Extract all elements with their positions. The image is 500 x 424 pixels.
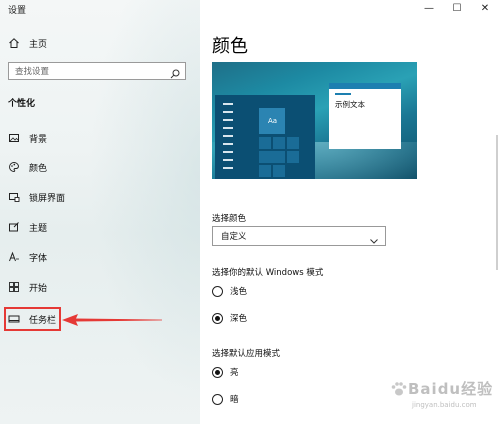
radio-circle	[212, 312, 223, 324]
watermark-url: jingyan.baidu.com	[412, 401, 477, 409]
lock-screen-icon	[8, 191, 20, 203]
close-button[interactable]: ✕	[478, 2, 492, 14]
maximize-button[interactable]: ☐	[450, 2, 464, 14]
font-icon	[8, 251, 20, 263]
nav-home[interactable]: 主页	[0, 31, 200, 55]
radio-dot	[215, 315, 220, 321]
nav-home-label: 主页	[29, 39, 48, 50]
sidebar-item-label: 开始	[29, 283, 48, 294]
radio-circle	[212, 366, 223, 378]
theme-icon	[8, 221, 20, 233]
preview-tile-aa: Aa	[259, 108, 285, 134]
color-preview: Aa 示例文本	[212, 62, 417, 179]
sidebar-item-label: 背景	[29, 134, 48, 145]
search-icon	[169, 65, 181, 79]
watermark: Baidu经验 jingyan.baidu.com	[390, 378, 493, 409]
choose-color-label: 选择颜色	[212, 214, 247, 224]
home-icon	[8, 37, 20, 49]
section-personalization: 个性化	[8, 99, 36, 109]
sidebar-item-label: 主题	[29, 223, 48, 234]
sidebar-item-lock-screen[interactable]: 锁屏界面	[0, 185, 200, 209]
taskbar-highlight-box	[4, 307, 61, 331]
preview-sample-text: 示例文本	[335, 100, 365, 109]
scrollbar[interactable]	[496, 135, 498, 270]
search-input[interactable]: 查找设置	[8, 62, 186, 80]
app-mode-label: 选择默认应用模式	[212, 349, 281, 359]
start-icon	[8, 281, 20, 293]
preview-start-menu: Aa	[215, 95, 315, 179]
sidebar-item-label: 锁屏界面	[29, 193, 66, 204]
app-title: 设置	[8, 6, 27, 16]
sidebar-item-label: 字体	[29, 253, 48, 264]
radio-app-dark[interactable]: 暗	[212, 392, 239, 406]
chevron-down-icon	[369, 231, 379, 244]
sidebar-item-background[interactable]: 背景	[0, 126, 200, 150]
sidebar-item-start[interactable]: 开始	[0, 275, 200, 299]
radio-circle	[212, 285, 223, 297]
radio-dot	[215, 369, 220, 375]
watermark-text: Baidu经验	[408, 380, 494, 398]
palette-icon	[8, 161, 20, 173]
radio-label: 暗	[230, 395, 239, 405]
page-title: 颜色	[212, 36, 248, 57]
main-panel: — ☐ ✕ 颜色 Aa 示例文本 选择颜色 自定义 选择你的默认 Windows…	[200, 0, 500, 424]
search-placeholder: 查找设置	[15, 67, 50, 77]
windows-mode-label: 选择你的默认 Windows 模式	[212, 268, 324, 278]
radio-windows-dark[interactable]: 深色	[212, 311, 247, 325]
minimize-button[interactable]: —	[422, 2, 436, 14]
color-select-value: 自定义	[221, 232, 247, 242]
radio-label: 深色	[230, 314, 248, 324]
radio-app-light[interactable]: 亮	[212, 365, 239, 379]
preview-sample-window: 示例文本	[329, 83, 401, 149]
radio-label: 浅色	[230, 287, 248, 297]
radio-circle	[212, 393, 223, 405]
sidebar-item-colors[interactable]: 颜色	[0, 155, 200, 179]
sidebar-item-themes[interactable]: 主题	[0, 215, 200, 239]
sidebar: 设置 主页 查找设置 个性化 背景 颜色 锁屏界面 主题 字体 开始 任务栏	[0, 0, 200, 424]
preview-tile-label: Aa	[268, 117, 278, 125]
annotation-arrow	[62, 314, 162, 326]
sidebar-item-fonts[interactable]: 字体	[0, 245, 200, 269]
paw-icon	[391, 381, 407, 395]
radio-label: 亮	[230, 368, 239, 378]
radio-windows-light[interactable]: 浅色	[212, 284, 247, 298]
sidebar-item-label: 颜色	[29, 163, 48, 174]
color-select[interactable]: 自定义	[212, 226, 386, 246]
image-icon	[8, 132, 20, 144]
